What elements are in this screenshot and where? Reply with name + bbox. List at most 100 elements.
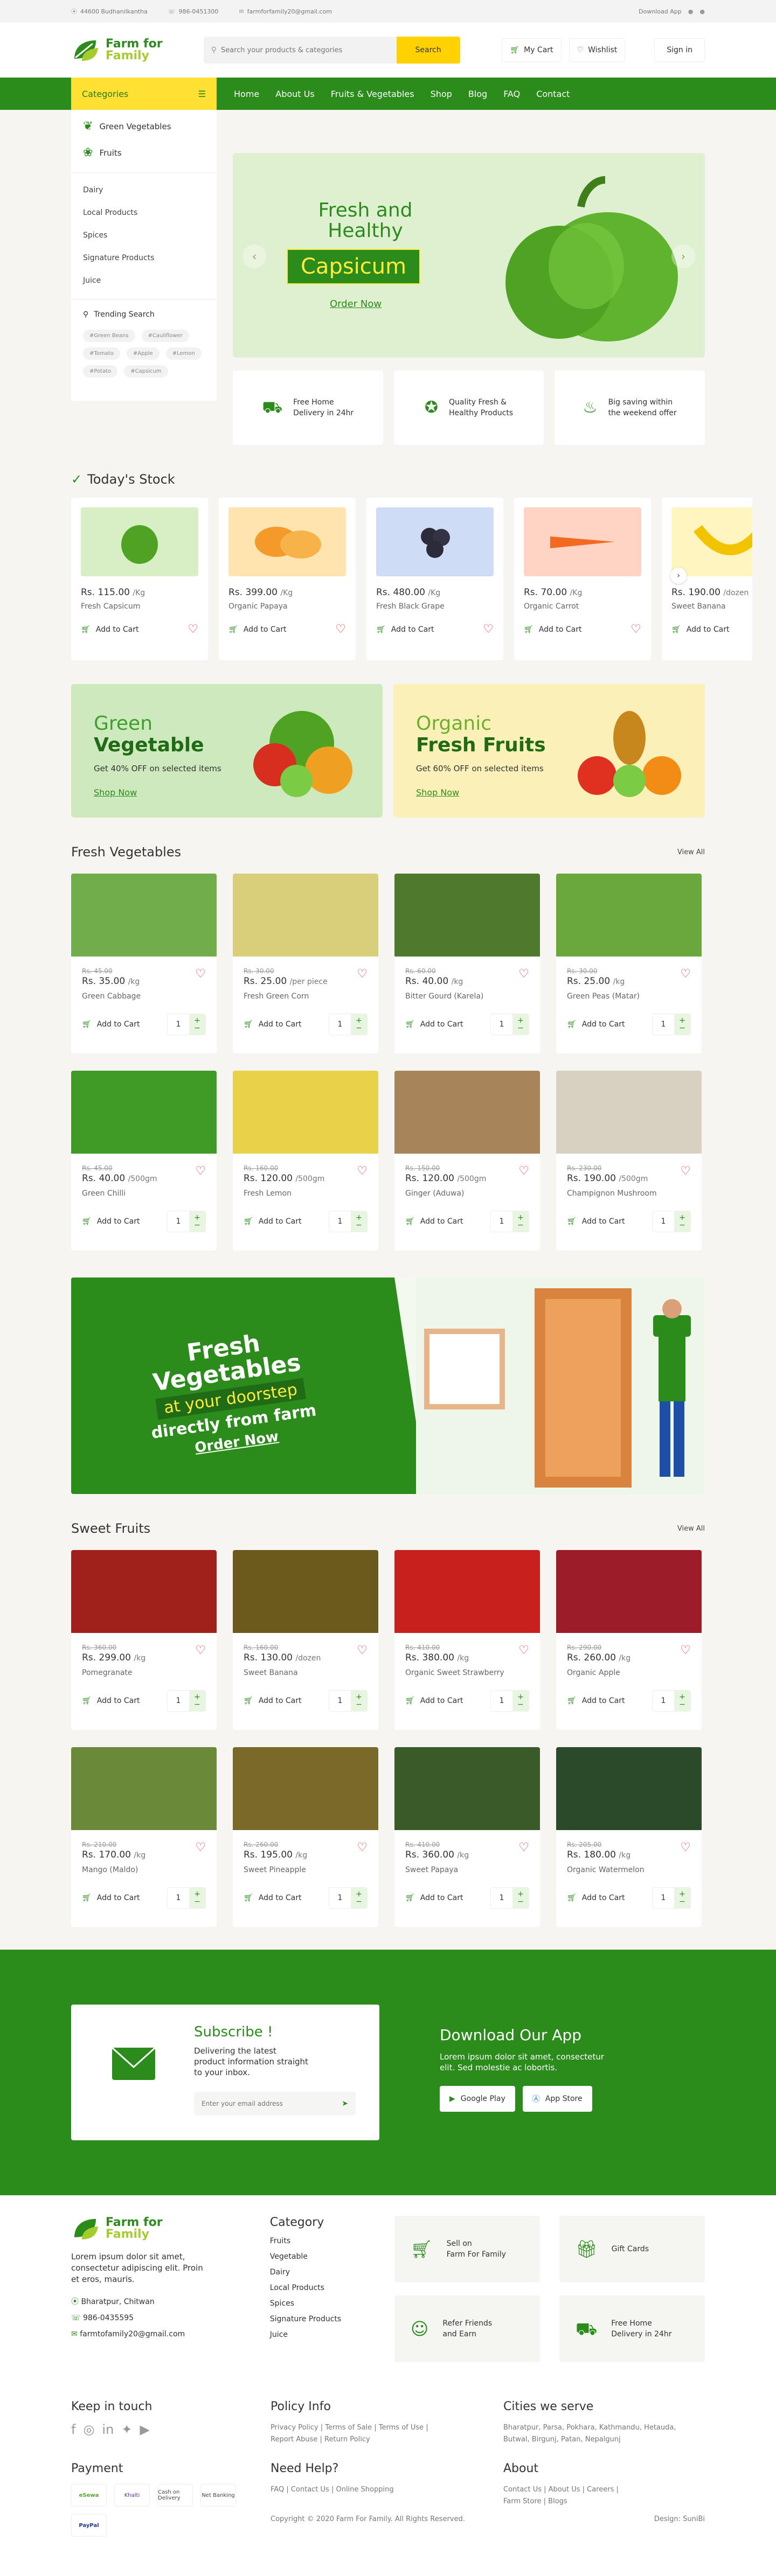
product-card[interactable]: Rs. 160.00 Rs. 120.00 /500gm ♡ Fresh Lem… [233,1071,378,1251]
quantity-stepper[interactable]: 1 + − [490,1211,529,1232]
product-card[interactable]: Rs. 60.00 Rs. 40.00 /kg ♡ Bitter Gourd (… [394,874,540,1053]
wishlist-heart-icon[interactable]: ♡ [680,1164,691,1184]
nav-faq[interactable]: FAQ [503,89,520,99]
android-icon[interactable]: ● [688,8,694,15]
add-to-cart-button[interactable]: 🛒︎ Add to Cart [524,625,581,634]
policy-links[interactable]: Report Abuse | Return Policy [271,2434,503,2446]
decrement-icon[interactable]: − [671,1701,693,1708]
hero-order-now[interactable]: Order Now [330,298,382,310]
categories-button[interactable]: Categories ☰ [71,78,217,110]
wishlist-heart-icon[interactable]: ♡ [630,623,641,636]
decrement-icon[interactable]: − [348,1701,370,1708]
wishlist-heart-icon[interactable]: ♡ [518,967,529,987]
add-to-cart-button[interactable]: 🛒︎ Add to Cart [82,1894,140,1902]
wishlist-heart-icon[interactable]: ♡ [680,1644,691,1663]
product-card[interactable]: Rs. 290.00 Rs. 260.00 /kg ♡ Organic Appl… [556,1550,702,1730]
nav-blog[interactable]: Blog [468,89,487,99]
decrement-icon[interactable]: − [510,1898,531,1905]
wishlist-heart-icon[interactable]: ♡ [680,967,691,987]
quantity-stepper[interactable]: 1 + − [490,1887,529,1909]
add-to-cart-button[interactable]: 🛒︎ Add to Cart [82,1217,140,1226]
signin-button[interactable]: Sign in [654,38,705,62]
sidebar-item-green-vegetables[interactable]: ❦ Green Vegetables [83,120,205,133]
decrement-icon[interactable]: − [671,1898,693,1905]
wishlist-heart-icon[interactable]: ♡ [518,1644,529,1663]
about-link[interactable]: Contact Us | About Us | Careers | [503,2484,619,2496]
add-to-cart-button[interactable]: 🛒︎ Add to Cart [567,1697,625,1705]
sidebar-item-spices[interactable]: Spices [83,231,205,240]
sidebar-item-fruits[interactable]: ❀ Fruits [83,146,205,159]
trending-tag[interactable]: #Tomato [83,347,120,360]
help-links[interactable]: FAQ | Contact Us | Online Shopping [271,2484,503,2496]
decrement-icon[interactable]: − [510,1221,531,1229]
stock-card[interactable]: Rs. 70.00 /Kg Organic Carrot 🛒︎ Add to Cart… [514,498,651,660]
increment-icon[interactable]: + [671,1693,693,1701]
sidebar-item-juice[interactable]: Juice [83,276,205,285]
increment-icon[interactable]: + [510,1214,531,1221]
add-to-cart-button[interactable]: 🛒︎ Add to Cart [405,1217,463,1226]
wishlist-heart-icon[interactable]: ♡ [357,1644,368,1663]
view-all-link[interactable]: View All [677,848,705,856]
trending-tag[interactable]: #Green Beans [83,330,135,342]
increment-icon[interactable]: + [186,1017,208,1024]
instagram-icon[interactable]: ◎ [83,2422,94,2437]
add-to-cart-button[interactable]: 🛒︎ Add to Cart [405,1697,463,1705]
google-play-button[interactable]: ▶ Google Play [440,2086,515,2112]
wishlist-heart-icon[interactable]: ♡ [357,1164,368,1184]
increment-icon[interactable]: + [671,1890,693,1898]
add-to-cart-button[interactable]: 🛒︎ Add to Cart [376,625,434,634]
add-to-cart-button[interactable]: 🛒︎ Add to Cart [671,625,729,634]
trending-tag[interactable]: #Lemon [165,347,202,360]
product-card[interactable]: Rs. 260.00 Rs. 195.00 /kg ♡ Sweet Pineap… [233,1747,378,1927]
stock-card[interactable]: Rs. 190.00 /dozen Sweet Banana 🛒︎ Add to Ca… [662,498,752,660]
sidebar-item-local[interactable]: Local Products [83,208,205,217]
footer-category-link[interactable]: Spices [270,2299,394,2308]
sell-on-box[interactable]: 🛒︎ Sell on Farm For Family [394,2216,540,2282]
stock-card[interactable]: Rs. 399.00 /Kg Organic Papaya 🛒︎ Add to Car… [219,498,356,660]
footer-email[interactable]: farmtofamily20@gmail.com [80,2330,185,2338]
logo[interactable]: Farm for Family [71,37,163,63]
nav-fruits-vegetables[interactable]: Fruits & Vegetables [331,89,414,99]
add-to-cart-button[interactable]: 🛒︎ Add to Cart [81,625,138,634]
quantity-stepper[interactable]: 1 + − [329,1211,368,1232]
nav-home[interactable]: Home [234,89,259,99]
decrement-icon[interactable]: − [671,1024,693,1032]
increment-icon[interactable]: + [510,1017,531,1024]
quantity-stepper[interactable]: 1 + − [652,1211,691,1232]
search-input[interactable] [216,46,397,54]
product-card[interactable]: Rs. 30.00 Rs. 25.00 /per piece ♡ Fresh G… [233,874,378,1053]
product-card[interactable]: Rs. 205.00 Rs. 180.00 /kg ♡ Organic Wate… [556,1747,702,1927]
add-to-cart-button[interactable]: 🛒︎ Add to Cart [82,1697,140,1705]
wishlist-button[interactable]: ♡ Wishlist [569,38,626,62]
add-to-cart-button[interactable]: 🛒︎ Add to Cart [405,1020,463,1029]
add-to-cart-button[interactable]: 🛒︎ Add to Cart [244,1217,301,1226]
wishlist-heart-icon[interactable]: ♡ [195,967,206,987]
nav-contact[interactable]: Contact [536,89,570,99]
add-to-cart-button[interactable]: 🛒︎ Add to Cart [567,1020,625,1029]
increment-icon[interactable]: + [186,1890,208,1898]
sidebar-item-dairy[interactable]: Dairy [83,186,205,194]
decrement-icon[interactable]: − [348,1221,370,1229]
youtube-icon[interactable]: ▶ [140,2422,149,2437]
slider-prev-arrow[interactable]: ‹ [242,245,266,268]
add-to-cart-button[interactable]: 🛒︎ Add to Cart [567,1894,625,1902]
cart-button[interactable]: 🛒︎ My Cart [502,38,562,62]
decrement-icon[interactable]: − [510,1701,531,1708]
slider-next-arrow[interactable]: › [671,245,695,268]
send-icon[interactable]: ➤ [342,2099,356,2108]
increment-icon[interactable]: + [186,1693,208,1701]
decrement-icon[interactable]: − [186,1221,208,1229]
wishlist-heart-icon[interactable]: ♡ [195,1644,206,1663]
decrement-icon[interactable]: − [671,1221,693,1229]
trending-tag[interactable]: #Potato [83,365,118,378]
product-card[interactable]: Rs. 160.00 Rs. 130.00 /dozen ♡ Sweet Ban… [233,1550,378,1730]
facebook-icon[interactable]: f [71,2422,75,2437]
decrement-icon[interactable]: − [348,1898,370,1905]
footer-category-link[interactable]: Juice [270,2330,394,2339]
product-card[interactable]: Rs. 30.00 Rs. 25.00 /kg ♡ Green Peas (Ma… [556,874,702,1053]
stock-card[interactable]: Rs. 115.00 /Kg Fresh Capsicum 🛒︎ Add to Car… [71,498,208,660]
trending-tag[interactable]: #Apple [126,347,160,360]
trending-tag[interactable]: #Capsicum [124,365,168,378]
quantity-stepper[interactable]: 1 + − [329,1690,368,1712]
add-to-cart-button[interactable]: 🛒︎ Add to Cart [244,1697,301,1705]
